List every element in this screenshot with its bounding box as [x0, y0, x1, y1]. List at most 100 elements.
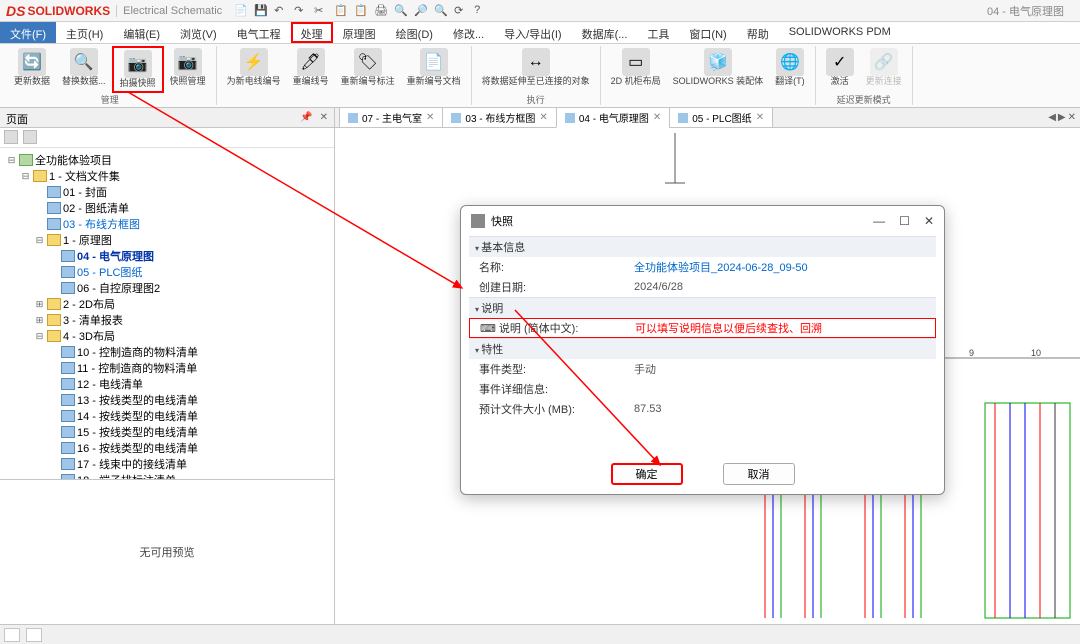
dlg-row-prop-2[interactable]: 预计文件大小 (MB):87.53	[469, 399, 936, 419]
qat-undo-icon[interactable]: ↶	[274, 4, 288, 18]
tab-close-icon[interactable]: ✕	[539, 112, 547, 123]
dialog-title-bar[interactable]: 快照 — ☐ ✕	[461, 206, 944, 236]
tree-node-5[interactable]: ⊟1 - 原理图	[2, 232, 332, 248]
qat-paste-icon[interactable]: 📋	[354, 4, 368, 18]
dlg-value[interactable]: 全功能体验项目_2024-06-28_09-50	[634, 259, 926, 275]
tab-close-icon[interactable]: ✕	[426, 112, 434, 123]
tree-node-16[interactable]: 14 - 按线类型的电线清单	[2, 408, 332, 424]
qat-new-icon[interactable]: 📄	[234, 4, 248, 18]
dlg-value[interactable]: 87.53	[634, 403, 926, 415]
tree-node-8[interactable]: 06 - 自控原理图2	[2, 280, 332, 296]
ribbon-btn-0-2[interactable]: 📷拍摄快照	[112, 46, 164, 93]
ribbon-btn-4-1[interactable]: 🔗更新连接	[860, 46, 908, 93]
menu-1[interactable]: 主页(H)	[56, 22, 113, 43]
tree-node-9[interactable]: ⊞2 - 2D布局	[2, 296, 332, 312]
qat-print-icon[interactable]: 🖨	[374, 4, 388, 18]
menu-14[interactable]: SOLIDWORKS PDM	[779, 22, 901, 43]
menu-9[interactable]: 导入/导出(I)	[494, 22, 571, 43]
tree-expander-icon[interactable]: ⊞	[34, 299, 45, 310]
menu-5[interactable]: 处理	[291, 22, 333, 43]
tree-expander-icon[interactable]: ⊞	[34, 315, 45, 326]
menu-4[interactable]: 电气工程	[227, 22, 291, 43]
dlg-row-prop-0[interactable]: 事件类型:手动	[469, 359, 936, 379]
tree-node-18[interactable]: 16 - 按线类型的电线清单	[2, 440, 332, 456]
panel-pin-icon[interactable]: 📌	[300, 112, 312, 123]
dlg-row-desc-0[interactable]: ⌨ 说明 (简体中文):可以填写说明信息以便后续查找、回溯	[469, 318, 936, 338]
tree-expander-icon[interactable]: ⊟	[6, 155, 17, 166]
tree-node-12[interactable]: 10 - 控制造商的物料清单	[2, 344, 332, 360]
ribbon-btn-4-0[interactable]: ✓激活	[820, 46, 860, 93]
qat-preview-icon[interactable]: 🔍	[394, 4, 408, 18]
tree-node-0[interactable]: ⊟全功能体验项目	[2, 152, 332, 168]
tree-expander-icon[interactable]: ⊟	[34, 235, 45, 246]
dialog-minimize-icon[interactable]: —	[873, 214, 885, 228]
section-head-prop[interactable]: 特性	[469, 338, 936, 359]
menu-12[interactable]: 窗口(N)	[679, 22, 736, 43]
menu-10[interactable]: 数据库(...	[572, 22, 638, 43]
qat-save-icon[interactable]: 💾	[254, 4, 268, 18]
tree-node-4[interactable]: 03 - 布线方框图	[2, 216, 332, 232]
status-btn2-icon[interactable]	[26, 628, 42, 642]
panel-tool1-icon[interactable]	[4, 130, 18, 144]
section-head-basic[interactable]: 基本信息	[469, 236, 936, 257]
tab-next-icon[interactable]: ▶	[1058, 112, 1066, 123]
tab-0[interactable]: 07 - 主电气室✕	[339, 107, 443, 128]
ribbon-btn-3-2[interactable]: 🌐翻译(T)	[769, 46, 811, 93]
menu-13[interactable]: 帮助	[737, 22, 779, 43]
project-tree[interactable]: ⊟全功能体验项目⊟1 - 文档文件集01 - 封面02 - 图纸清单03 - 布…	[0, 148, 334, 479]
dlg-value[interactable]: 2024/6/28	[634, 281, 926, 293]
dlg-row-basic-0[interactable]: 名称:全功能体验项目_2024-06-28_09-50	[469, 257, 936, 277]
tab-close-icon[interactable]: ✕	[756, 112, 764, 123]
ribbon-btn-1-1[interactable]: 🖊重编线号	[287, 46, 335, 93]
ribbon-btn-2-0[interactable]: ↔将数据延伸至已连接的对象	[476, 46, 596, 93]
qat-refresh-icon[interactable]: ⟳	[454, 4, 468, 18]
cancel-button[interactable]: 取消	[723, 463, 795, 485]
menu-3[interactable]: 浏览(V)	[170, 22, 227, 43]
qat-mag-icon[interactable]: 🔍	[434, 4, 448, 18]
dlg-value[interactable]: 可以填写说明信息以便后续查找、回溯	[635, 320, 925, 336]
tree-node-11[interactable]: ⊟4 - 3D布局	[2, 328, 332, 344]
dlg-row-basic-1[interactable]: 创建日期:2024/6/28	[469, 277, 936, 297]
menu-8[interactable]: 修改...	[443, 22, 494, 43]
tab-2[interactable]: 04 - 电气原理图✕	[556, 107, 670, 128]
tree-node-19[interactable]: 17 - 线束中的接线清单	[2, 456, 332, 472]
menu-7[interactable]: 绘图(D)	[386, 22, 443, 43]
qat-zoom-icon[interactable]: 🔎	[414, 4, 428, 18]
dlg-row-prop-1[interactable]: 事件详细信息:	[469, 379, 936, 399]
tree-node-13[interactable]: 11 - 控制造商的物料清单	[2, 360, 332, 376]
dlg-value[interactable]: 手动	[634, 361, 926, 377]
qat-help-icon[interactable]: ?	[474, 4, 488, 18]
tab-1[interactable]: 03 - 布线方框图✕	[442, 107, 556, 128]
tab-prev-icon[interactable]: ◀	[1048, 112, 1056, 123]
panel-tool2-icon[interactable]	[23, 130, 37, 144]
dialog-maximize-icon[interactable]: ☐	[899, 214, 910, 228]
tree-node-1[interactable]: ⊟1 - 文档文件集	[2, 168, 332, 184]
tree-node-20[interactable]: 18 - 端子排标注清单	[2, 472, 332, 479]
tree-expander-icon[interactable]: ⊟	[20, 171, 31, 182]
qat-cut-icon[interactable]: ✂	[314, 4, 328, 18]
qat-redo-icon[interactable]: ↷	[294, 4, 308, 18]
dialog-close-icon[interactable]: ✕	[924, 214, 934, 228]
ribbon-btn-1-0[interactable]: ⚡为新电线编号	[221, 46, 287, 93]
tree-node-6[interactable]: 04 - 电气原理图	[2, 248, 332, 264]
ribbon-btn-1-2[interactable]: 🏷重新编号标注	[335, 46, 401, 93]
tab-close-icon[interactable]: ✕	[1068, 112, 1076, 123]
qat-copy-icon[interactable]: 📋	[334, 4, 348, 18]
section-head-desc[interactable]: 说明	[469, 297, 936, 318]
tree-node-3[interactable]: 02 - 图纸清单	[2, 200, 332, 216]
ribbon-btn-1-3[interactable]: 📄重新编号文档	[401, 46, 467, 93]
ribbon-btn-3-1[interactable]: 🧊SOLIDWORKS 装配体	[667, 46, 770, 93]
tree-expander-icon[interactable]: ⊟	[34, 331, 45, 342]
tree-node-17[interactable]: 15 - 按线类型的电线清单	[2, 424, 332, 440]
tree-node-10[interactable]: ⊞3 - 清单报表	[2, 312, 332, 328]
ribbon-btn-3-0[interactable]: ▭2D 机柜布局	[605, 46, 667, 93]
menu-11[interactable]: 工具	[637, 22, 679, 43]
ribbon-btn-0-3[interactable]: 📷快照管理	[164, 46, 212, 93]
panel-close-icon[interactable]: ✕	[320, 112, 328, 123]
ok-button[interactable]: 确定	[611, 463, 683, 485]
status-btn1-icon[interactable]	[4, 628, 20, 642]
tab-close-icon[interactable]: ✕	[653, 112, 661, 123]
tree-node-14[interactable]: 12 - 电线清单	[2, 376, 332, 392]
tree-node-15[interactable]: 13 - 按线类型的电线清单	[2, 392, 332, 408]
menu-6[interactable]: 原理图	[333, 22, 386, 43]
